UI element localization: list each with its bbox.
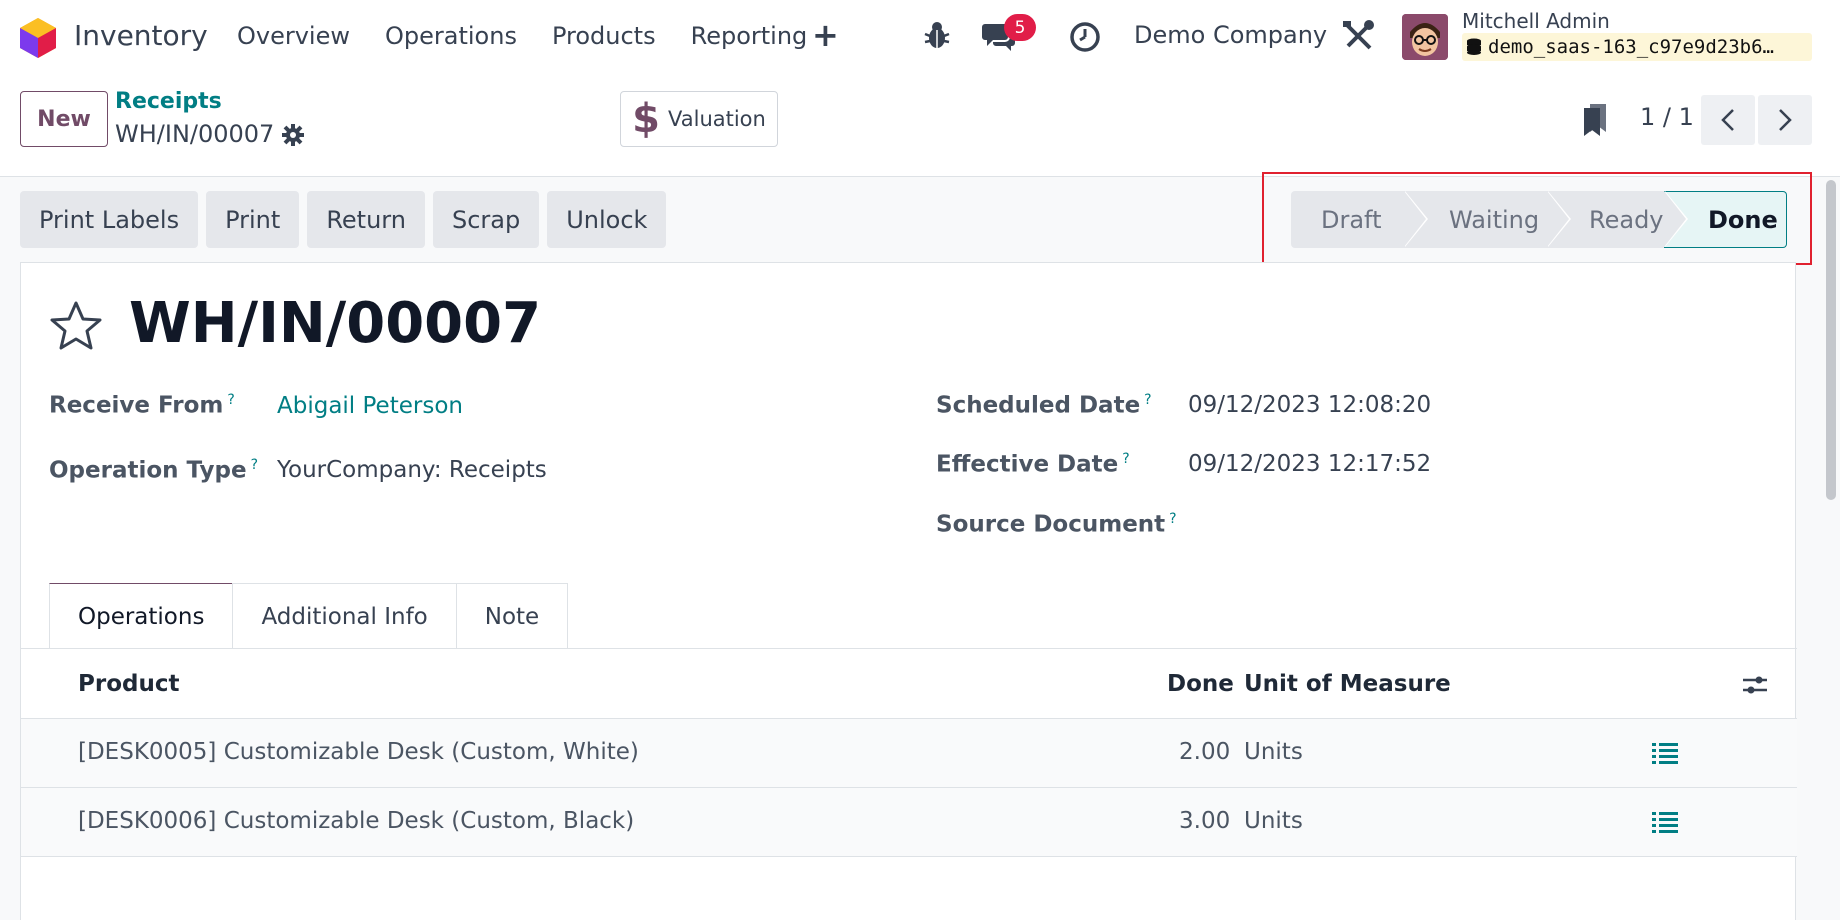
- top-navbar: Inventory Overview Operations Products R…: [0, 0, 1840, 73]
- table-header: Product Done Unit of Measure: [21, 649, 1797, 719]
- column-done[interactable]: Done: [1167, 671, 1234, 697]
- form-sheet: WH/IN/00007 Receive From? Abigail Peters…: [20, 262, 1797, 920]
- row-done: 3.00: [1179, 808, 1231, 834]
- gear-icon[interactable]: [281, 123, 305, 147]
- tab-operations[interactable]: Operations: [49, 583, 234, 649]
- status-draft-label: Draft: [1321, 205, 1382, 234]
- tab-note[interactable]: Note: [455, 583, 569, 649]
- source-document-label-text: Source Document: [936, 511, 1166, 538]
- receive-from-label: Receive From?: [49, 392, 235, 419]
- developer-tools-icon[interactable]: [1341, 19, 1375, 53]
- debug-bug-icon[interactable]: [924, 20, 950, 50]
- dollar-icon: $: [632, 96, 660, 142]
- receive-from-label-text: Receive From: [49, 392, 224, 419]
- operation-type-help[interactable]: ?: [251, 457, 258, 473]
- scheduled-date-label: Scheduled Date?: [936, 392, 1152, 419]
- row-uom: Units: [1244, 739, 1303, 765]
- pager-next-button[interactable]: [1758, 95, 1812, 145]
- effective-date-value: 09/12/2023 12:17:52: [1188, 451, 1432, 477]
- effective-date-label-text: Effective Date: [936, 451, 1119, 478]
- menu-operations[interactable]: Operations: [385, 22, 517, 50]
- source-document-label: Source Document?: [936, 511, 1177, 538]
- chat-badge: 5: [1004, 14, 1036, 41]
- detailed-operations-icon[interactable]: [1652, 810, 1678, 834]
- record-title: WH/IN/00007: [129, 291, 542, 356]
- page-scrollbar[interactable]: [1826, 180, 1836, 500]
- menu-overview[interactable]: Overview: [237, 22, 350, 50]
- table-row[interactable]: [DESK0006] Customizable Desk (Custom, Bl…: [21, 788, 1797, 857]
- print-button[interactable]: Print: [206, 191, 300, 248]
- database-icon: [1467, 38, 1481, 55]
- column-unit-of-measure[interactable]: Unit of Measure: [1244, 671, 1451, 697]
- bookmark-icon[interactable]: [1582, 102, 1608, 136]
- print-labels-button[interactable]: Print Labels: [20, 191, 199, 248]
- valuation-button[interactable]: $ Valuation: [620, 91, 778, 147]
- add-menu-button[interactable]: +: [812, 16, 839, 54]
- status-ready-label: Ready: [1589, 205, 1664, 234]
- odoo-logo-icon[interactable]: [20, 18, 56, 58]
- activity-clock-icon[interactable]: [1069, 21, 1101, 53]
- status-waiting-label: Waiting: [1449, 205, 1540, 234]
- status-draft[interactable]: Draft: [1291, 191, 1428, 248]
- operation-type-label-text: Operation Type: [49, 457, 247, 484]
- effective-date-help[interactable]: ?: [1122, 451, 1129, 467]
- scheduled-date-label-text: Scheduled Date: [936, 392, 1141, 419]
- pager-value[interactable]: 1 / 1: [1640, 103, 1694, 131]
- row-uom: Units: [1244, 808, 1303, 834]
- scrap-button[interactable]: Scrap: [432, 191, 540, 248]
- source-document-help[interactable]: ?: [1169, 511, 1176, 527]
- notebook-tabs: Operations Additional Info Note: [49, 583, 569, 649]
- receive-from-value[interactable]: Abigail Peterson: [277, 393, 463, 419]
- status-bar: Draft Waiting Ready Done: [1291, 191, 1787, 248]
- scheduled-date-help[interactable]: ?: [1144, 392, 1151, 408]
- unlock-button[interactable]: Unlock: [547, 191, 667, 248]
- receive-from-help[interactable]: ?: [227, 392, 234, 408]
- star-icon[interactable]: [48, 300, 104, 352]
- breadcrumb-current: WH/IN/00007: [115, 120, 275, 148]
- table-row[interactable]: [DESK0005] Customizable Desk (Custom, Wh…: [21, 719, 1797, 788]
- control-panel: New Receipts WH/IN/00007 $ Valuation 1 /…: [0, 73, 1840, 177]
- chevron-left-icon: [1721, 109, 1734, 131]
- breadcrumb-receipts[interactable]: Receipts: [115, 89, 222, 114]
- chevron-right-icon: [1779, 109, 1792, 131]
- user-name[interactable]: Mitchell Admin: [1462, 9, 1610, 33]
- tab-additional-info[interactable]: Additional Info: [232, 583, 457, 649]
- row-product: [DESK0005] Customizable Desk (Custom, Wh…: [78, 739, 639, 765]
- database-name: demo_saas-163_c97e9d23b6…: [1488, 36, 1774, 58]
- user-avatar[interactable]: [1402, 14, 1448, 60]
- company-switcher[interactable]: Demo Company: [1134, 21, 1327, 49]
- new-button[interactable]: New: [20, 91, 108, 147]
- column-product[interactable]: Product: [78, 671, 179, 697]
- row-done: 2.00: [1179, 739, 1231, 765]
- user-avatar-icon: [1402, 14, 1448, 60]
- pager-previous-button[interactable]: [1701, 95, 1755, 145]
- return-button[interactable]: Return: [307, 191, 425, 248]
- operation-type-label: Operation Type?: [49, 457, 258, 484]
- app-name[interactable]: Inventory: [74, 19, 208, 52]
- menu-products[interactable]: Products: [552, 22, 656, 50]
- operation-type-value[interactable]: YourCompany: Receipts: [277, 457, 547, 483]
- scheduled-date-value[interactable]: 09/12/2023 12:08:20: [1188, 392, 1431, 418]
- row-product: [DESK0006] Customizable Desk (Custom, Bl…: [78, 808, 635, 834]
- column-settings-icon[interactable]: [1741, 671, 1769, 699]
- menu-reporting[interactable]: Reporting: [691, 22, 808, 50]
- valuation-label: Valuation: [668, 107, 766, 131]
- detailed-operations-icon[interactable]: [1652, 741, 1678, 765]
- status-done-label: Done: [1708, 205, 1778, 234]
- effective-date-label: Effective Date?: [936, 451, 1130, 478]
- action-bar: Print Labels Print Return Scrap Unlock: [20, 191, 667, 248]
- database-badge: demo_saas-163_c97e9d23b6…: [1462, 33, 1812, 61]
- main-menu: Overview Operations Products Reporting: [237, 22, 842, 50]
